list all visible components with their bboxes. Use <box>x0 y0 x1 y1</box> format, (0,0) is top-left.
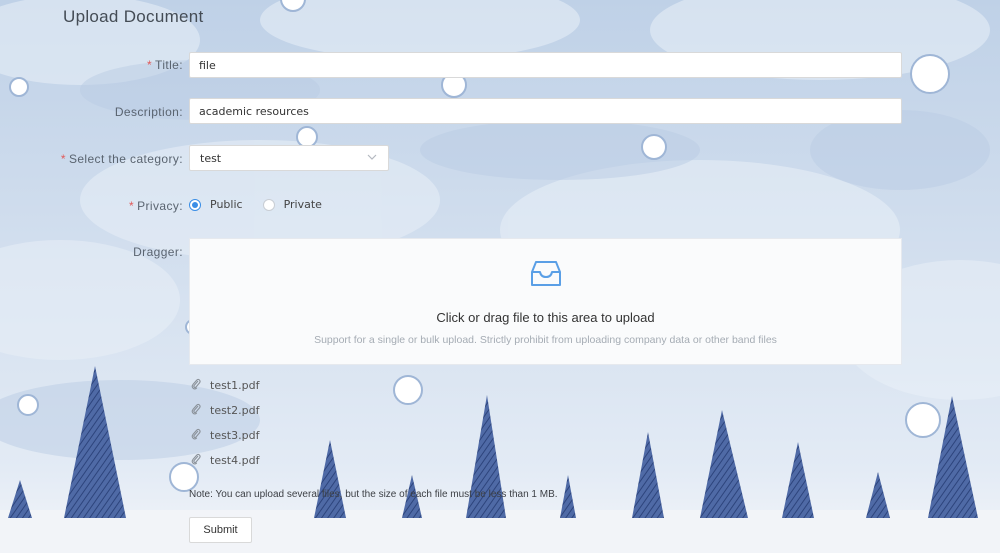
description-label-text: Description: <box>114 105 183 119</box>
radio-private-indicator[interactable] <box>262 198 275 211</box>
file-item[interactable]: test2.pdf <box>191 398 259 423</box>
radio-public-label: Public <box>210 198 243 211</box>
category-label-text: Select the category: <box>68 152 183 166</box>
title-label: * Title: <box>147 58 183 72</box>
category-label: * Select the category: <box>61 152 183 166</box>
inbox-icon <box>530 258 562 292</box>
dragger-main-text: Click or drag file to this area to uploa… <box>436 310 655 325</box>
privacy-label-text: Privacy: <box>137 199 183 213</box>
page-title: Upload Document <box>63 7 204 26</box>
radio-public-indicator[interactable] <box>189 198 201 211</box>
file-item[interactable]: test4.pdf <box>191 448 259 473</box>
required-marker: * <box>60 152 66 166</box>
paperclip-icon <box>191 453 201 468</box>
dragger-hint: Support for a single or bulk upload. Str… <box>314 334 777 346</box>
category-select-value: test <box>200 151 222 165</box>
radio-private-label: Private <box>283 198 322 211</box>
file-name: test2.pdf <box>210 404 260 417</box>
radio-private[interactable]: Private <box>262 198 322 211</box>
description-input[interactable] <box>189 98 902 124</box>
upload-note: Note: You can upload several files, but … <box>189 489 558 500</box>
dragger-label-text: Dragger: <box>133 245 183 259</box>
paperclip-icon <box>191 378 201 393</box>
category-select[interactable]: test <box>189 145 389 171</box>
required-marker: * <box>146 58 153 72</box>
radio-public[interactable]: Public <box>189 198 243 211</box>
file-name: test3.pdf <box>210 429 260 442</box>
file-list: test1.pdf test2.pdf test3.pdf test4.pdf <box>191 373 259 473</box>
title-label-text: Title: <box>155 58 183 72</box>
file-name: test1.pdf <box>210 379 260 392</box>
title-input[interactable] <box>189 52 902 78</box>
required-marker: * <box>129 199 135 213</box>
dragger-label: Dragger: <box>133 245 183 259</box>
file-item[interactable]: test3.pdf <box>191 423 259 448</box>
file-name: test4.pdf <box>210 454 260 467</box>
privacy-radio-group: Public Private <box>189 198 336 211</box>
privacy-label: * Privacy: <box>129 199 183 213</box>
paperclip-icon <box>191 428 201 443</box>
upload-dragger[interactable]: Click or drag file to this area to uploa… <box>189 238 902 365</box>
paperclip-icon <box>191 403 201 418</box>
chevron-down-icon <box>366 151 378 166</box>
file-item[interactable]: test1.pdf <box>191 373 259 398</box>
description-label: Description: <box>115 105 183 119</box>
submit-button[interactable]: Submit <box>189 517 252 543</box>
